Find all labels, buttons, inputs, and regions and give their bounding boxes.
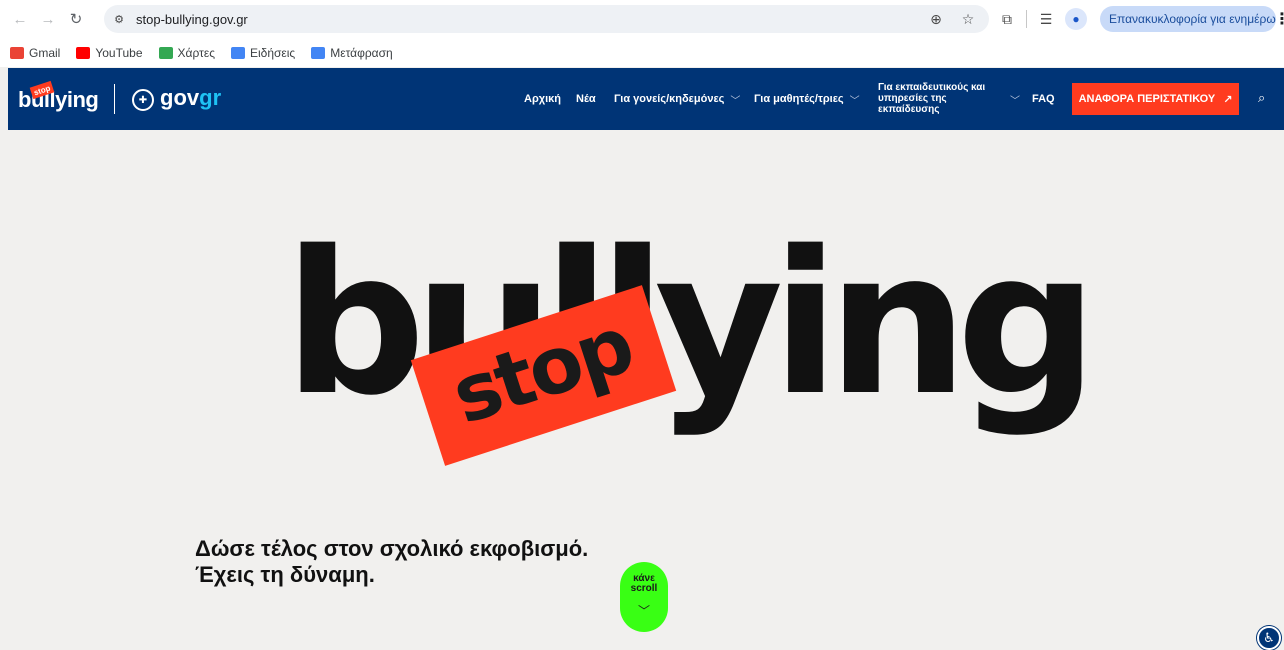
bookmark-label: Gmail <box>29 45 61 60</box>
report-incident-button[interactable]: ΑΝΑΦΟΡΑ ΠΕΡΙΣΤΑΤΙΚΟΥ ↗ <box>1072 83 1239 115</box>
nav-educators-chevron[interactable]: ﹀ <box>1004 68 1020 130</box>
arrow-up-right-icon: ↗ <box>1223 93 1233 106</box>
greek-emblem-icon: ✚ <box>132 89 154 111</box>
browser-toolbar: ← → ↻ ⚙ stop-bullying.gov.gr ⊕ ☆ ⧉ ☰ ● Ε… <box>0 0 1284 38</box>
scroll-label-2: scroll <box>630 583 658 594</box>
chevron-down-icon: ﹀ <box>849 95 860 107</box>
bookmarks-bar: Gmail YouTube Χάρτες Ειδήσεις Μετάφραση <box>0 38 1284 67</box>
accessibility-icon[interactable]: ♿ <box>1257 626 1281 650</box>
chevron-down-icon: ﹀ <box>1010 95 1020 107</box>
nav-students[interactable]: Για μαθητές/τριες ﹀ <box>754 68 860 130</box>
chevron-down-icon: ﹀ <box>730 95 741 107</box>
maps-icon <box>158 46 173 59</box>
forward-arrow-icon[interactable]: → <box>36 7 60 31</box>
reload-icon[interactable]: ↻ <box>64 7 88 31</box>
hero-section: bullying stop Δώσε τέλος στον σχολικό εκ… <box>8 130 1284 650</box>
nav-faq[interactable]: FAQ <box>1032 68 1055 130</box>
profile-icon[interactable]: ● <box>1065 8 1087 30</box>
tagline-line-1: Δώσε τέλος στον σχολικό εκφοβισμό. <box>195 536 589 561</box>
bookmark-label: Μετάφραση <box>330 45 393 60</box>
nav-parents[interactable]: Για γονείς/κηδεμόνες ﹀ <box>614 68 740 130</box>
translate-icon <box>311 46 326 59</box>
toolbar-separator <box>1026 10 1027 28</box>
gov-suffix: gr <box>199 85 222 110</box>
url-text[interactable]: stop-bullying.gov.gr <box>136 12 248 27</box>
nav-news-label: Νέα <box>576 93 596 105</box>
nav-home[interactable]: Αρχική <box>524 68 561 130</box>
hero-big-word: bullying <box>284 208 1098 439</box>
tagline-line-2: Έχεις τη δύναμη. <box>195 562 375 587</box>
address-bar[interactable]: ⚙ stop-bullying.gov.gr ⊕ ☆ <box>104 5 989 33</box>
back-arrow-icon[interactable]: ← <box>8 7 32 31</box>
bookmark-gmail[interactable]: Gmail <box>10 46 60 60</box>
hero-tagline: Δώσε τέλος στον σχολικό εκφοβισμό. Έχεις… <box>195 536 588 588</box>
site-header: bullying stop ✚ govgr Αρχική Νέα Για γον… <box>8 68 1284 130</box>
news-icon <box>230 46 245 59</box>
nav-educators-label: Για εκπαιδευτικούς και υπηρεσίες της εκπ… <box>878 82 986 115</box>
nav-educators[interactable]: Για εκπαιδευτικούς και υπηρεσίες της εκπ… <box>878 82 998 115</box>
site-info-icon[interactable]: ⚙ <box>108 8 130 30</box>
youtube-icon <box>76 46 91 59</box>
bookmark-news[interactable]: Ειδήσεις <box>230 45 296 60</box>
report-button-label: ΑΝΑΦΟΡΑ ΠΕΡΙΣΤΑΤΙΚΟΥ <box>1078 93 1216 105</box>
gov-wordmark: govgr <box>160 85 221 111</box>
star-icon[interactable]: ☆ <box>957 8 979 30</box>
scroll-down-button[interactable]: κάνε scroll ﹀ <box>620 562 668 632</box>
bookmark-label: Χάρτες <box>177 45 215 60</box>
reading-list-icon[interactable]: ☰ <box>1035 8 1057 30</box>
bookmark-maps[interactable]: Χάρτες <box>158 45 215 60</box>
zoom-icon[interactable]: ⊕ <box>925 8 947 30</box>
nav-students-label: Για μαθητές/τριες <box>754 93 844 105</box>
search-icon[interactable]: ⌕ <box>1258 90 1265 106</box>
nav-news[interactable]: Νέα <box>576 68 596 130</box>
bookmark-translate[interactable]: Μετάφραση <box>311 45 393 60</box>
chevron-down-icon: ﹀ <box>637 604 650 618</box>
bookmark-youtube[interactable]: YouTube <box>76 45 143 60</box>
bookmark-label: Ειδήσεις <box>249 45 296 60</box>
update-button[interactable]: Επανακυκλοφορία για ενημέρωση <box>1100 6 1276 32</box>
bookmark-label: YouTube <box>95 45 143 60</box>
kebab-menu-icon[interactable]: ⋮ <box>1274 9 1284 29</box>
extensions-icon[interactable]: ⧉ <box>996 8 1018 30</box>
nav-home-label: Αρχική <box>524 93 561 105</box>
gov-prefix: gov <box>160 85 200 110</box>
nav-faq-label: FAQ <box>1032 93 1055 105</box>
gmail-icon <box>10 46 24 59</box>
nav-parents-label: Για γονείς/κηδεμόνες <box>614 93 725 105</box>
logo-divider <box>114 84 115 114</box>
